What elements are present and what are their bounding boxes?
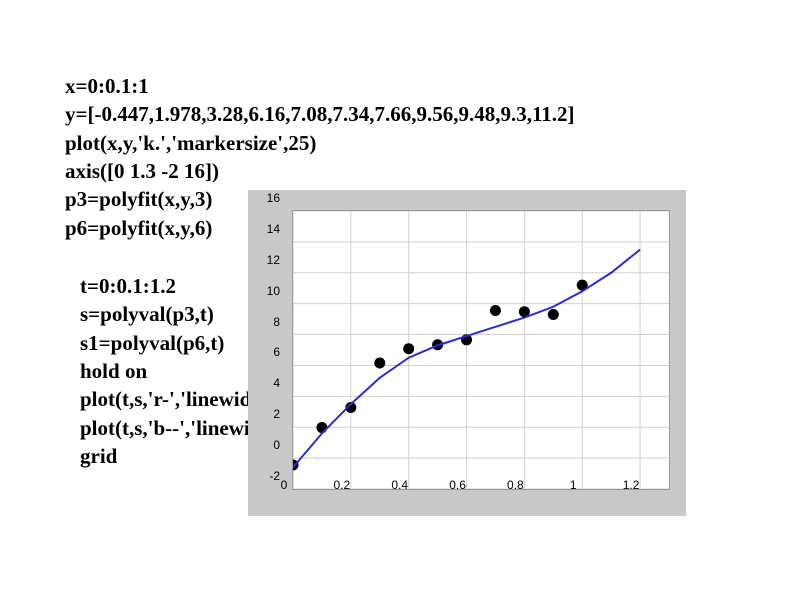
x-tick-label: 0.2 [327,478,357,492]
code-line: plot(x,y,'k.','markersize',25) [65,129,575,157]
x-tick-label: 0.8 [500,478,530,492]
y-tick-label: 10 [256,284,280,298]
y-tick-label: 4 [256,376,280,390]
y-tick-label: 12 [256,253,280,267]
x-tick-label: 1 [558,478,588,492]
x-tick-label: 0.6 [443,478,473,492]
y-tick-label: 16 [256,191,280,205]
chart-svg [293,211,669,489]
code-line: t=0:0.1:1.2 [80,272,251,300]
y-tick-label: 6 [256,345,280,359]
x-tick-label: 0 [269,478,299,492]
code-line: y=[-0.447,1.978,3.28,6.16,7.08,7.34,7.66… [65,100,575,128]
code-line: s=polyval(p3,t) [80,300,251,328]
code-block-2: t=0:0.1:1.2 s=polyval(p3,t) s1=polyval(p… [80,272,251,470]
code-line: axis([0 1.3 -2 16]) [65,157,575,185]
chart-container: -20246810121416 00.20.40.60.811.2 [248,190,686,516]
slide: x=0:0.1:1 y=[-0.447,1.978,3.28,6.16,7.08… [0,0,800,600]
code-line: plot(t,s,'r-','linewid [80,385,251,413]
code-line: x=0:0.1:1 [65,72,575,100]
x-tick-label: 1.2 [616,478,646,492]
x-tick-label: 0.4 [385,478,415,492]
y-tick-label: 2 [256,407,280,421]
y-tick-label: 14 [256,222,280,236]
y-tick-label: 8 [256,315,280,329]
y-tick-label: 0 [256,438,280,452]
plot-area [292,210,670,490]
code-line: hold on [80,357,251,385]
code-line: plot(t,s,'b--','linewi [80,414,251,442]
code-line: s1=polyval(p6,t) [80,329,251,357]
code-line: grid [80,442,251,470]
